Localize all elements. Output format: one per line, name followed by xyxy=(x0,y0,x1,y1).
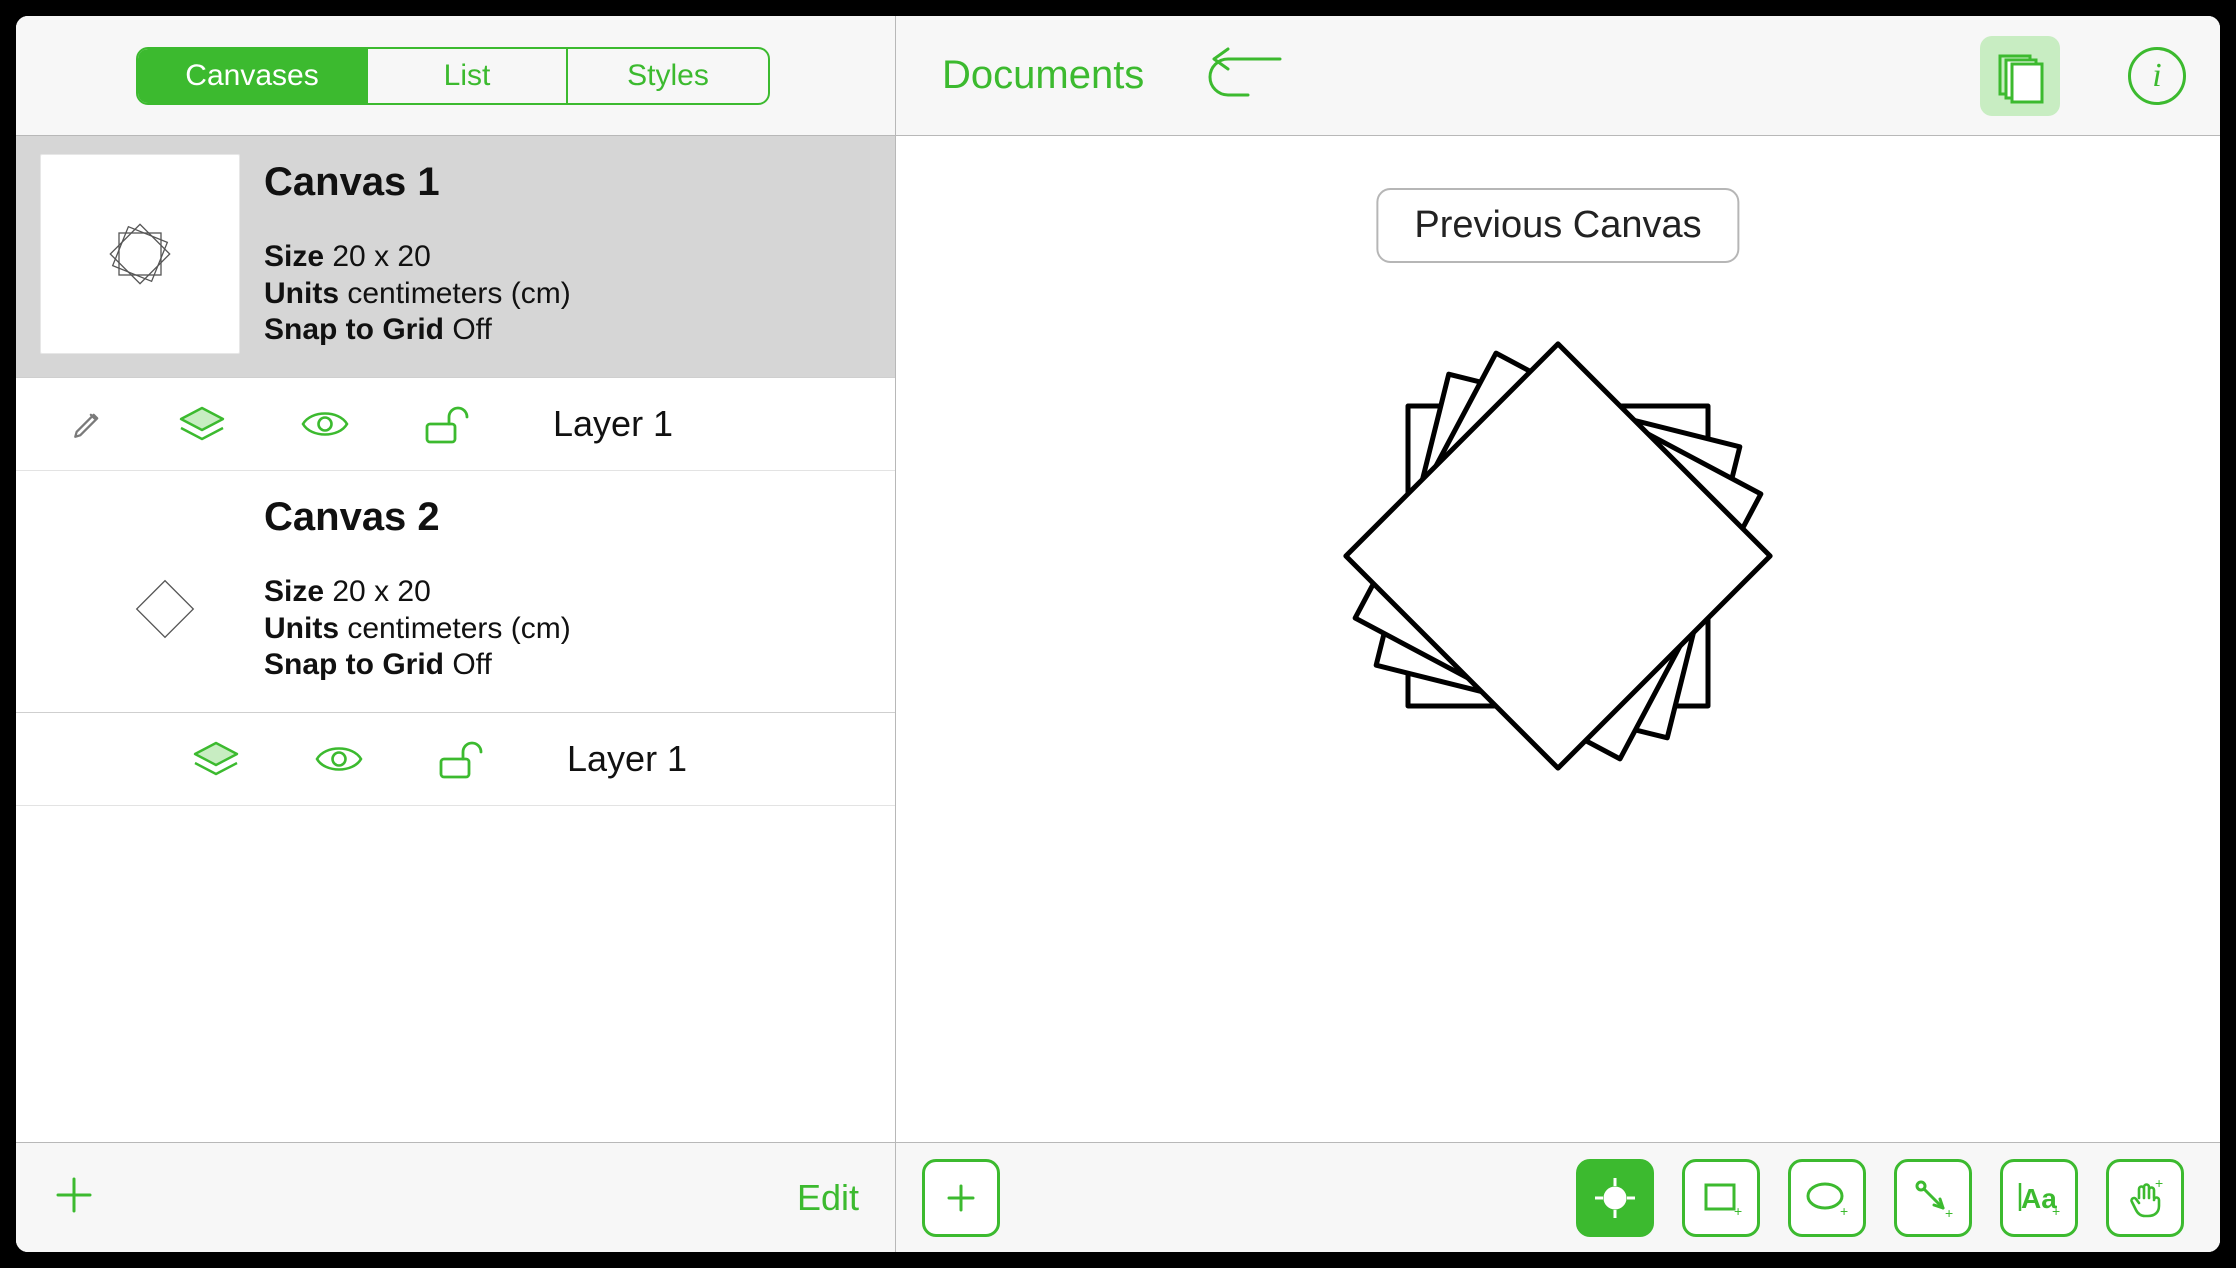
selection-tool[interactable] xyxy=(1576,1159,1654,1237)
text-icon: Aa + xyxy=(2015,1176,2063,1220)
layer-row[interactable]: Layer 1 xyxy=(16,378,895,471)
main-area: Documents i Previous Ca xyxy=(896,16,2220,1252)
svg-text:+: + xyxy=(2052,1203,2060,1219)
canvas-info: Canvas 1 Size 20 x 20 Units centimeters … xyxy=(264,154,871,349)
line-tool[interactable]: + xyxy=(1894,1159,1972,1237)
canvas-item-2[interactable]: Canvas 2 Size 20 x 20 Units centimeters … xyxy=(16,471,895,713)
layers-button[interactable] xyxy=(1980,36,2060,116)
thumbnail-icon xyxy=(99,213,181,295)
hand-tap-icon: + xyxy=(2123,1176,2167,1220)
layer-stack-icon[interactable] xyxy=(177,404,227,444)
sidebar-topbar: Canvases List Styles xyxy=(16,16,895,136)
canvas-viewport[interactable]: Previous Canvas xyxy=(896,136,2220,1142)
line-icon: + xyxy=(1911,1176,1955,1220)
svg-text:+: + xyxy=(1734,1203,1742,1219)
eye-icon[interactable] xyxy=(299,406,351,442)
tab-canvases[interactable]: Canvases xyxy=(138,49,368,103)
lock-open-icon[interactable] xyxy=(437,737,485,781)
thumbnail-icon xyxy=(130,574,200,644)
canvas-item-1[interactable]: Canvas 1 Size 20 x 20 Units centimeters … xyxy=(16,136,895,378)
layer-row[interactable]: Layer 1 xyxy=(16,713,895,806)
documents-link[interactable]: Documents xyxy=(942,53,1144,98)
main-toolbar: + + + xyxy=(896,1142,2220,1252)
tab-list[interactable]: List xyxy=(368,49,568,103)
text-tool[interactable]: Aa + xyxy=(2000,1159,2078,1237)
layer-name: Layer 1 xyxy=(553,403,673,445)
sidebar-bottom-bar: Edit xyxy=(16,1142,895,1252)
canvas-thumbnail xyxy=(40,489,240,689)
main-topbar: Documents i xyxy=(896,16,2220,136)
sidebar: Canvases List Styles xyxy=(16,16,896,1252)
eye-icon[interactable] xyxy=(313,741,365,777)
layers-stack-icon xyxy=(1992,48,2048,104)
tab-styles[interactable]: Styles xyxy=(568,49,768,103)
canvas-title: Canvas 1 xyxy=(264,160,871,205)
ellipse-tool[interactable]: + xyxy=(1788,1159,1866,1237)
layer-stack-icon[interactable] xyxy=(191,739,241,779)
sidebar-tabs: Canvases List Styles xyxy=(136,47,770,105)
rectangle-icon: + xyxy=(1699,1176,1743,1220)
rectangle-tool[interactable]: + xyxy=(1682,1159,1760,1237)
pencil-icon xyxy=(71,407,105,441)
undo-button[interactable] xyxy=(1202,45,1290,106)
svg-text:+: + xyxy=(1945,1205,1953,1220)
add-shape-button[interactable] xyxy=(922,1159,1000,1237)
lock-open-icon[interactable] xyxy=(423,402,471,446)
edit-button[interactable]: Edit xyxy=(797,1177,859,1219)
freehand-tool[interactable]: + xyxy=(2106,1159,2184,1237)
canvas-meta: Size 20 x 20 Units centimeters (cm) Snap… xyxy=(264,574,871,684)
tool-group: + + + xyxy=(1576,1159,2184,1237)
ellipse-icon: + xyxy=(1803,1176,1851,1220)
canvas-artwork xyxy=(1298,246,1818,851)
svg-text:+: + xyxy=(1840,1203,1848,1219)
svg-text:+: + xyxy=(2155,1176,2163,1191)
crosshair-icon xyxy=(1593,1176,1637,1220)
canvas-info: Canvas 2 Size 20 x 20 Units centimeters … xyxy=(264,489,871,684)
layer-name: Layer 1 xyxy=(567,738,687,780)
canvas-title: Canvas 2 xyxy=(264,495,871,540)
canvas-thumbnail xyxy=(40,154,240,354)
add-canvas-button[interactable] xyxy=(52,1165,96,1230)
info-button[interactable]: i xyxy=(2128,47,2186,105)
canvas-meta: Size 20 x 20 Units centimeters (cm) Snap… xyxy=(264,239,871,349)
canvas-list: Canvas 1 Size 20 x 20 Units centimeters … xyxy=(16,136,895,1142)
